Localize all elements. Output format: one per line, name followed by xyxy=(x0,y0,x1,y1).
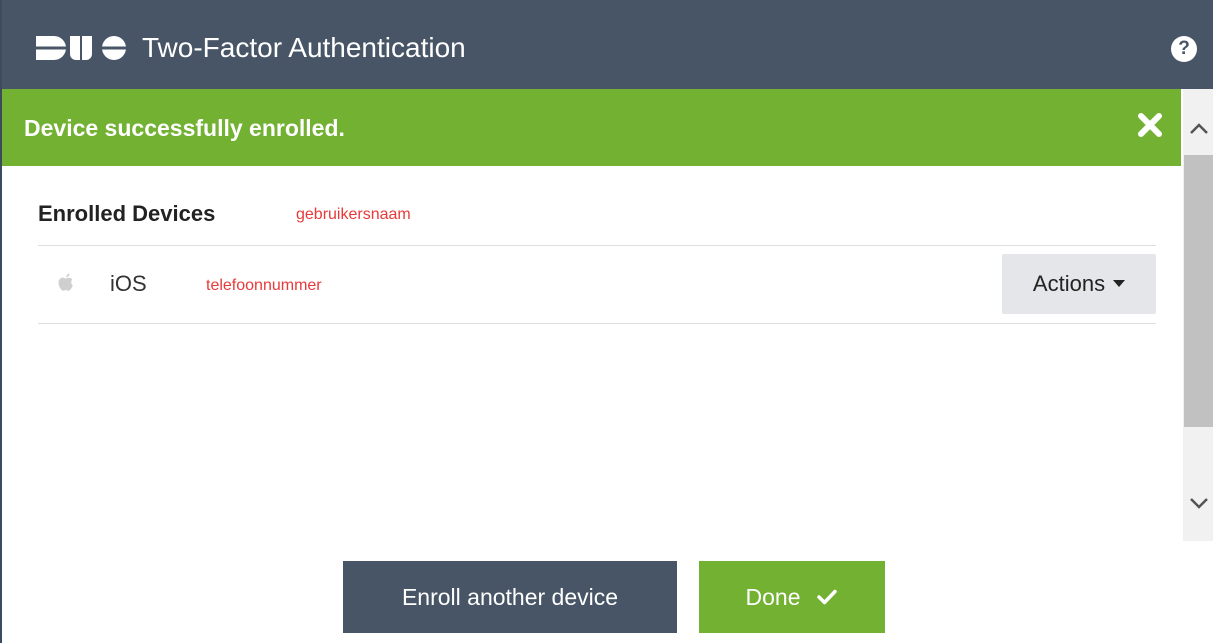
phone-number-annotation: telefoonnummer xyxy=(206,277,322,294)
title-bar: Two-Factor Authentication ? xyxy=(2,0,1213,89)
devices-panel: Enrolled Devices gebruikersnaam iOS tele… xyxy=(2,166,1181,541)
footer-actions: Enroll another device Done xyxy=(2,541,1213,643)
caret-down-icon xyxy=(1113,279,1126,287)
chevron-up-icon[interactable] xyxy=(1183,103,1213,153)
duo-logo xyxy=(36,36,128,60)
enroll-another-device-button[interactable]: Enroll another device xyxy=(343,561,677,633)
chevron-down-icon[interactable] xyxy=(1183,479,1213,529)
check-icon xyxy=(817,589,838,605)
done-button[interactable]: Done xyxy=(699,561,885,633)
device-row: iOS telefoonnummer Actions xyxy=(38,246,1156,323)
scrollbar[interactable] xyxy=(1183,89,1213,541)
close-icon[interactable] xyxy=(1136,111,1164,139)
username-annotation: gebruikersnaam xyxy=(296,206,411,223)
divider xyxy=(38,323,1156,324)
enrolled-devices-heading: Enrolled Devices xyxy=(38,201,216,226)
actions-label: Actions xyxy=(1032,271,1106,296)
question-circle-icon[interactable]: ? xyxy=(1171,36,1197,62)
apple-icon xyxy=(58,273,73,291)
duo-prompt-window: Two-Factor Authentication ? Device succe… xyxy=(0,0,1213,643)
success-banner: Device successfully enrolled. xyxy=(2,89,1181,166)
success-message: Device successfully enrolled. xyxy=(24,115,345,141)
scrollbar-thumb[interactable] xyxy=(1184,155,1213,427)
enroll-another-device-label: Enroll another device xyxy=(401,584,619,610)
window-title: Two-Factor Authentication xyxy=(142,32,466,63)
done-label: Done xyxy=(745,584,801,610)
actions-dropdown-button[interactable]: Actions xyxy=(1002,254,1156,314)
device-name: iOS xyxy=(110,271,147,296)
